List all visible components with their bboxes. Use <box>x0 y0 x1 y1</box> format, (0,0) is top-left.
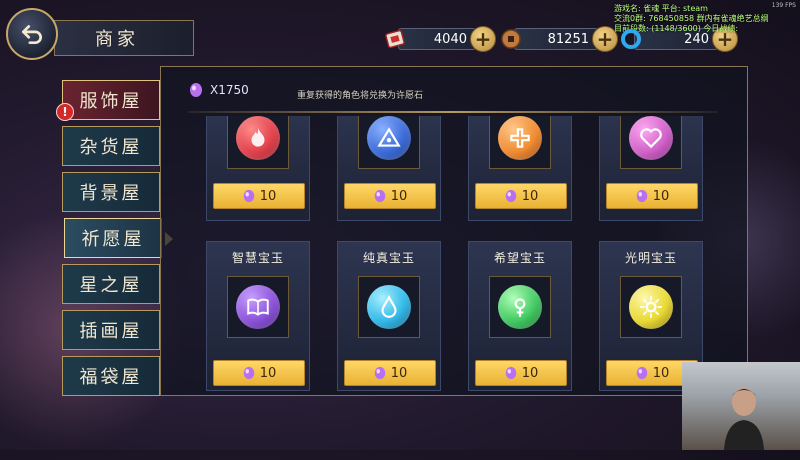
card-frame <box>358 116 420 169</box>
currency-ticket: 4040 + <box>384 26 496 52</box>
card-frame <box>358 276 420 338</box>
buy-button[interactable]: 10 <box>344 183 436 209</box>
nav-item-clothing-shop[interactable]: 服饰屋 <box>62 80 160 120</box>
currency-coin: 81251 + <box>500 26 618 52</box>
buy-button[interactable]: 10 <box>606 183 698 209</box>
buy-button[interactable]: 10 <box>344 360 436 386</box>
shop-card[interactable]: 智慧宝玉 10 <box>206 241 310 391</box>
nav-item-label: 服饰屋 <box>79 91 143 112</box>
nav-item-background-shop[interactable]: 背景屋 <box>62 172 160 212</box>
wish-stone-icon <box>636 189 647 203</box>
wish-stone-balance: X1750 <box>188 82 249 98</box>
card-frame <box>620 116 682 169</box>
buy-button[interactable]: 10 <box>475 183 567 209</box>
wish-stone-icon <box>636 366 647 380</box>
nav-item-label: 杂货屋 <box>79 137 143 158</box>
price: 10 <box>652 365 670 381</box>
shop-card[interactable]: 10 <box>468 116 572 221</box>
stream-line-1: 游戏名: 雀魂 平台: steam <box>614 4 708 13</box>
coin-icon <box>501 29 521 49</box>
shop-card[interactable]: 10 <box>206 116 310 221</box>
streamer-icon <box>724 388 764 450</box>
shop-card[interactable]: 纯真宝玉 10 <box>337 241 441 391</box>
nav-item-illustration-shop[interactable]: 插画屋 <box>62 310 160 350</box>
buy-button[interactable]: 10 <box>213 360 305 386</box>
card-frame <box>227 276 289 338</box>
nav-item-wish-shop[interactable]: 祈愿屋 <box>64 218 162 258</box>
price: 10 <box>259 365 277 381</box>
stream-line-2: 交流0群: 768450858 群内有雀魂绝艺总纲 <box>614 14 769 23</box>
triangle-icon <box>367 116 411 160</box>
price: 10 <box>652 188 670 204</box>
nav-item-goods-shop[interactable]: 杂货屋 <box>62 126 160 166</box>
wish-stone-icon <box>243 366 254 380</box>
price: 10 <box>259 188 277 204</box>
cross-icon <box>498 116 542 160</box>
wish-stone-icon <box>243 189 254 203</box>
item-name: 光明宝玉 <box>624 250 677 265</box>
price: 10 <box>390 188 408 204</box>
back-button[interactable] <box>6 8 58 60</box>
nav-item-label: 背景屋 <box>79 183 143 204</box>
wish-stone-icon <box>190 83 202 97</box>
card-frame <box>489 276 551 338</box>
book-icon <box>236 285 280 329</box>
sun-icon <box>629 285 673 329</box>
alert-badge-icon: ! <box>56 103 74 121</box>
wish-stone-icon <box>374 189 385 203</box>
nav-item-label: 福袋屋 <box>79 367 143 388</box>
sprout-icon <box>498 285 542 329</box>
ticket-count: 4040 <box>398 28 476 50</box>
jade-ring-icon <box>621 29 641 49</box>
item-name: 纯真宝玉 <box>362 250 415 265</box>
shop-card[interactable]: 10 <box>599 116 703 221</box>
nav-item-lucky-bag-shop[interactable]: 福袋屋 <box>62 356 160 396</box>
card-frame <box>620 276 682 338</box>
webcam-overlay <box>682 362 800 450</box>
card-frame <box>489 116 551 169</box>
nav-item-label: 星之屋 <box>79 275 143 296</box>
fps-counter: 139 FPS <box>771 2 796 9</box>
card-frame <box>227 116 289 169</box>
flame-icon <box>236 116 280 160</box>
item-name: 智慧宝玉 <box>231 250 284 265</box>
buy-button[interactable]: 10 <box>475 360 567 386</box>
price: 10 <box>521 188 539 204</box>
nav-item-star-shop[interactable]: 星之屋 <box>62 264 160 304</box>
buy-button[interactable]: 10 <box>213 183 305 209</box>
item-grid[interactable]: 10 10 10 10 智慧宝玉 10 纯真宝玉 10 希望宝玉 10 光明宝玉… <box>198 116 718 391</box>
wish-stone-count: X1750 <box>210 83 249 97</box>
price: 10 <box>390 365 408 381</box>
divider <box>188 111 718 113</box>
nav-item-label: 祈愿屋 <box>81 229 145 250</box>
nav-item-label: 插画屋 <box>79 321 143 342</box>
item-name: 希望宝玉 <box>493 250 546 265</box>
ticket-icon <box>385 29 405 49</box>
heart-icon <box>629 116 673 160</box>
wish-stone-icon <box>374 366 385 380</box>
panel-note: 重复获得的角色将兑换为许愿石 <box>297 91 424 101</box>
add-ticket-button[interactable]: + <box>470 26 496 52</box>
page-title-bar: 商家 <box>54 20 194 56</box>
back-arrow-icon <box>21 25 42 45</box>
droplet-icon <box>367 285 411 329</box>
page-title: 商家 <box>95 29 139 50</box>
price: 10 <box>521 365 539 381</box>
coin-count: 81251 <box>514 28 598 50</box>
shop-card[interactable]: 10 <box>337 116 441 221</box>
wish-stone-icon <box>505 189 516 203</box>
shop-card[interactable]: 希望宝玉 10 <box>468 241 572 391</box>
wish-stone-icon <box>505 366 516 380</box>
